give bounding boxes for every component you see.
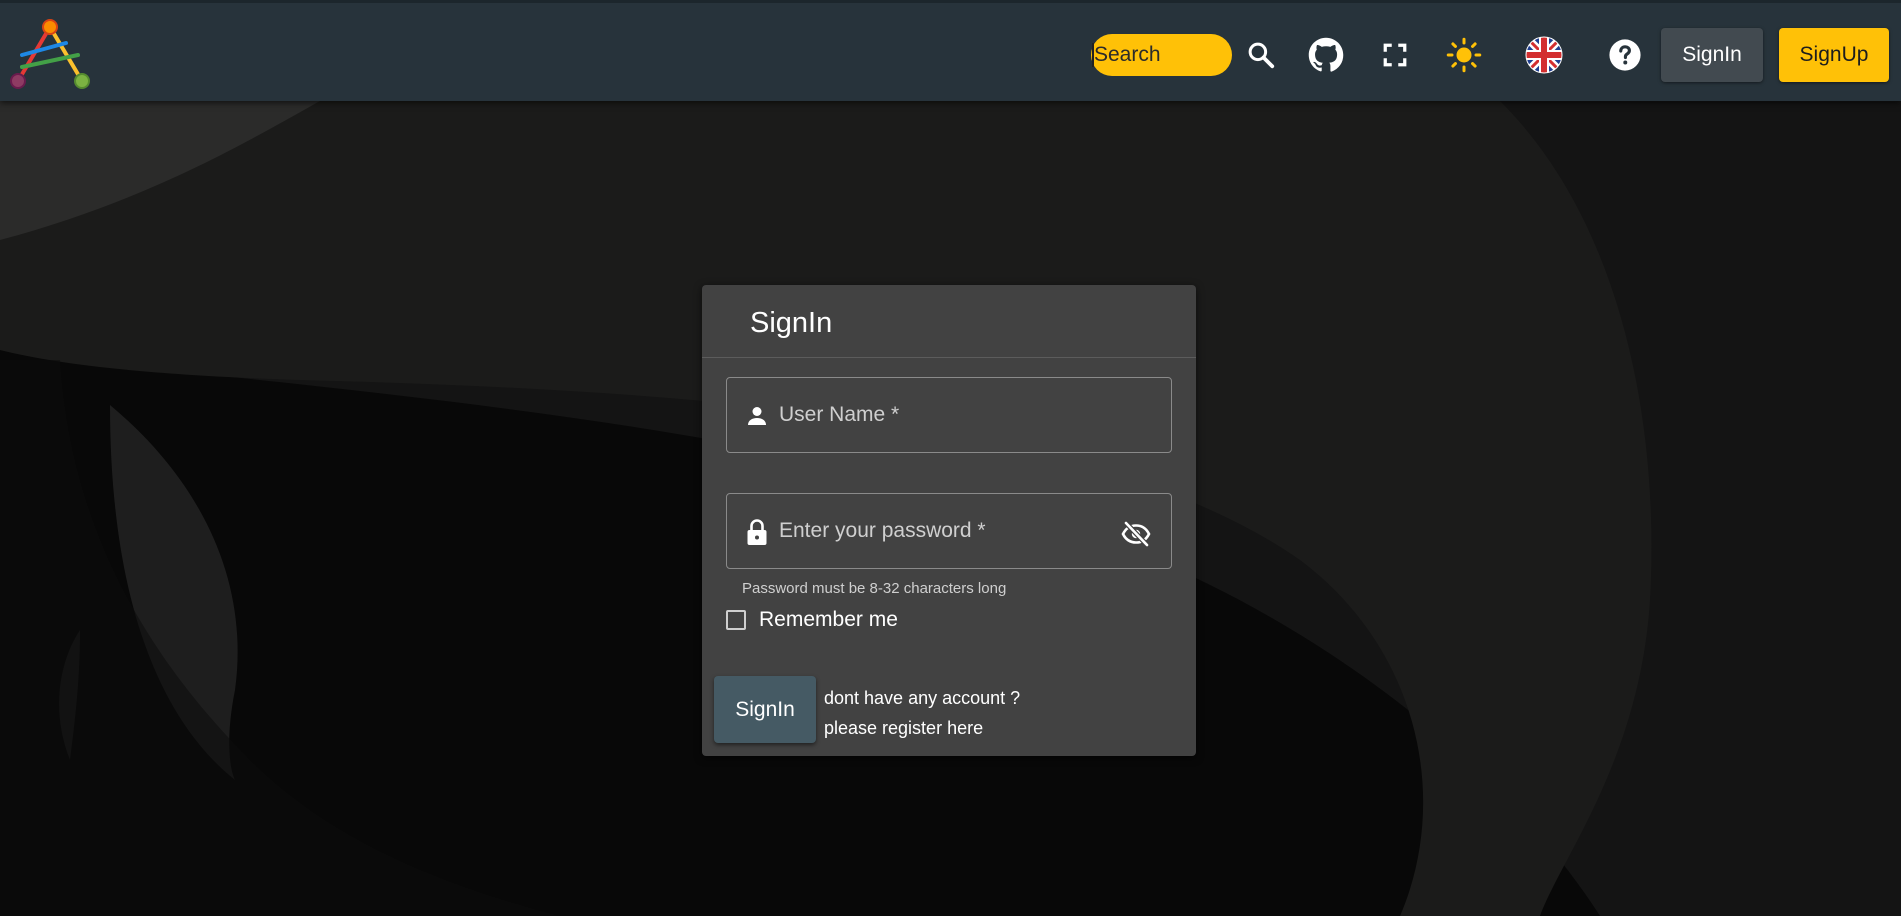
top-navbar: SignIn SignUp [0,0,1901,101]
github-icon [1308,37,1344,72]
remember-me-checkbox[interactable]: Remember me [726,608,898,632]
username-field[interactable]: User Name * [726,377,1172,453]
password-helper-text: Password must be 8-32 characters long [742,580,1007,597]
theme-toggle-button[interactable] [1442,33,1486,77]
password-field[interactable]: Enter your password * [726,493,1172,569]
card-divider [702,357,1196,358]
person-icon [748,407,766,425]
username-label: User Name * [779,403,900,426]
page: SignIn SignUp SignIn User Name * Enter y… [0,0,1901,916]
header-signin-button[interactable]: SignIn [1661,28,1763,82]
fullscreen-button[interactable] [1373,33,1417,77]
github-button[interactable] [1304,33,1348,77]
language-button[interactable] [1522,33,1566,77]
signin-card-title: SignIn [750,307,833,339]
fullscreen-icon [1383,43,1407,67]
register-link[interactable]: please register here [824,718,983,739]
search-input[interactable] [1091,34,1232,76]
remember-me-label: Remember me [759,608,898,631]
password-label: Enter your password * [779,519,986,542]
signin-submit-button[interactable]: SignIn [714,676,816,743]
visibility-off-icon[interactable] [1121,521,1151,547]
app-logo-icon[interactable] [8,15,94,95]
signin-card: SignIn User Name * Enter your password * [702,285,1196,756]
header-signup-button[interactable]: SignUp [1779,28,1889,82]
text-caret [1092,43,1094,67]
search-icon [1248,42,1275,69]
help-icon [1609,39,1641,71]
checkbox-box[interactable] [726,610,746,630]
search-button[interactable] [1239,33,1283,77]
uk-flag-icon [1525,36,1563,74]
lock-icon [747,519,767,545]
sun-icon [1446,37,1482,73]
register-question: dont have any account ? [824,688,1021,708]
help-button[interactable] [1603,33,1647,77]
